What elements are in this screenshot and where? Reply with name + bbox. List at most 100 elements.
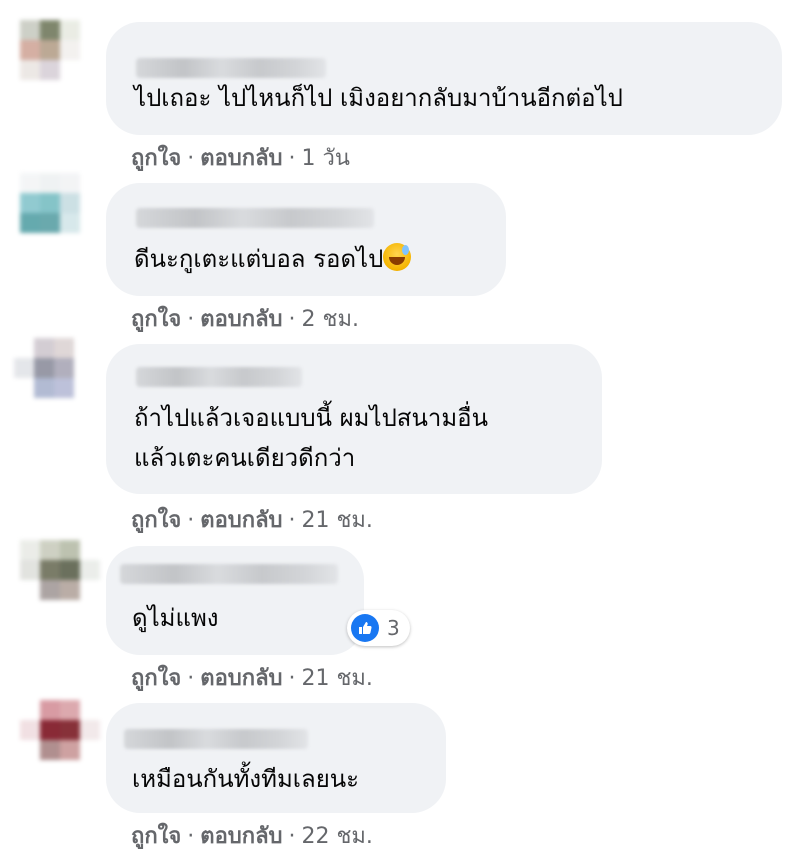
comment-actions: ถูกใจ · ตอบกลับ · 22 ชม. — [131, 822, 373, 852]
avatar-pixel — [74, 338, 94, 358]
separator: · — [187, 146, 195, 171]
avatar-pixel — [54, 338, 74, 358]
avatar-pixel — [20, 540, 40, 560]
avatar-pixel — [20, 600, 40, 620]
avatar-pixel — [80, 213, 100, 233]
avatar[interactable] — [20, 700, 100, 780]
like-thumb-icon — [351, 614, 379, 642]
avatar-pixel — [60, 233, 80, 253]
author-name-blurred[interactable] — [136, 58, 326, 78]
reply-link[interactable]: ตอบกลับ — [200, 146, 282, 171]
separator: · — [187, 307, 195, 332]
comment-bubble: ดูไม่แพง — [106, 546, 364, 655]
avatar-pixel — [40, 700, 60, 720]
comment-bubble: ดีนะกูเตะแต่บอล รอดไป — [106, 183, 506, 296]
avatar[interactable] — [20, 173, 100, 253]
separator: · — [288, 307, 296, 332]
avatar-pixel — [60, 540, 80, 560]
separator: · — [187, 666, 195, 691]
avatar-pixel — [40, 213, 60, 233]
avatar-pixel — [40, 80, 60, 100]
avatar[interactable] — [20, 540, 100, 620]
avatar-pixel — [80, 40, 100, 60]
author-name-blurred[interactable] — [120, 564, 338, 584]
like-link[interactable]: ถูกใจ — [131, 824, 181, 849]
timestamp[interactable]: 1 วัน — [302, 146, 350, 171]
author-name-blurred[interactable] — [124, 729, 308, 749]
avatar-pixel — [20, 60, 40, 80]
reaction-count: 3 — [387, 616, 400, 640]
avatar-pixel — [20, 233, 40, 253]
grinning-sweat-emoji-icon — [383, 243, 412, 271]
author-name-blurred[interactable] — [136, 208, 374, 228]
separator: · — [288, 824, 296, 849]
author-name-blurred[interactable] — [136, 367, 302, 387]
avatar-pixel — [14, 338, 34, 358]
avatar-pixel — [40, 233, 60, 253]
reply-link[interactable]: ตอบกลับ — [200, 666, 282, 691]
reaction-summary[interactable]: 3 — [347, 610, 410, 646]
avatar-pixel — [40, 600, 60, 620]
comment-text-content: ดีนะกูเตะแต่บอล รอดไป — [134, 245, 384, 273]
avatar-pixel — [40, 40, 60, 60]
avatar-pixel — [80, 20, 100, 40]
avatar-pixel — [54, 378, 74, 398]
like-link[interactable]: ถูกใจ — [131, 307, 181, 332]
avatar-pixel — [34, 338, 54, 358]
avatar-pixel — [40, 20, 60, 40]
avatar-pixel — [14, 358, 34, 378]
avatar-pixel — [20, 40, 40, 60]
like-link[interactable]: ถูกใจ — [131, 146, 181, 171]
comment-actions: ถูกใจ · ตอบกลับ · 21 ชม. — [131, 506, 373, 536]
avatar-pixel — [60, 740, 80, 760]
avatar[interactable] — [14, 338, 94, 418]
avatar-pixel — [20, 213, 40, 233]
avatar-pixel — [40, 193, 60, 213]
timestamp[interactable]: 2 ชม. — [302, 307, 359, 332]
avatar-pixel — [80, 193, 100, 213]
avatar-pixel — [74, 358, 94, 378]
avatar-pixel — [60, 20, 80, 40]
avatar[interactable] — [20, 20, 100, 100]
avatar-pixel — [60, 213, 80, 233]
avatar-pixel — [34, 398, 54, 418]
comment-text-line-2: แล้วเตะคนเดียวดีกว่า — [134, 444, 356, 472]
avatar-pixel — [60, 193, 80, 213]
comment-actions: ถูกใจ · ตอบกลับ · 21 ชม. — [131, 664, 373, 694]
avatar-pixel — [60, 720, 80, 740]
avatar-pixel — [20, 80, 40, 100]
avatar-pixel — [74, 398, 94, 418]
avatar-pixel — [80, 760, 100, 780]
avatar-pixel — [80, 700, 100, 720]
timestamp[interactable]: 21 ชม. — [302, 508, 373, 533]
reply-link[interactable]: ตอบกลับ — [200, 307, 282, 332]
reply-link[interactable]: ตอบกลับ — [200, 824, 282, 849]
avatar-pixel — [40, 173, 60, 193]
avatar-pixel — [80, 173, 100, 193]
timestamp[interactable]: 21 ชม. — [302, 666, 373, 691]
avatar-pixel — [74, 378, 94, 398]
avatar-pixel — [40, 580, 60, 600]
avatar-pixel — [60, 560, 80, 580]
like-link[interactable]: ถูกใจ — [131, 666, 181, 691]
comment-text: เหมือนกันทั้งทีมเลยนะ — [132, 765, 360, 793]
separator: · — [187, 824, 195, 849]
avatar-pixel — [60, 600, 80, 620]
avatar-pixel — [34, 378, 54, 398]
comment-bubble: ถ้าไปแล้วเจอแบบนี้ ผมไปสนามอื่น แล้วเตะค… — [106, 344, 602, 494]
avatar-pixel — [80, 80, 100, 100]
separator: · — [187, 508, 195, 533]
timestamp[interactable]: 22 ชม. — [302, 824, 373, 849]
avatar-pixel — [40, 740, 60, 760]
avatar-pixel — [80, 540, 100, 560]
reply-link[interactable]: ตอบกลับ — [200, 508, 282, 533]
avatar-pixel — [20, 20, 40, 40]
like-link[interactable]: ถูกใจ — [131, 508, 181, 533]
comment-actions: ถูกใจ · ตอบกลับ · 1 วัน — [131, 144, 350, 174]
separator: · — [288, 146, 296, 171]
avatar-pixel — [34, 358, 54, 378]
avatar-pixel — [20, 720, 40, 740]
avatar-pixel — [20, 700, 40, 720]
avatar-pixel — [80, 580, 100, 600]
avatar-pixel — [60, 60, 80, 80]
